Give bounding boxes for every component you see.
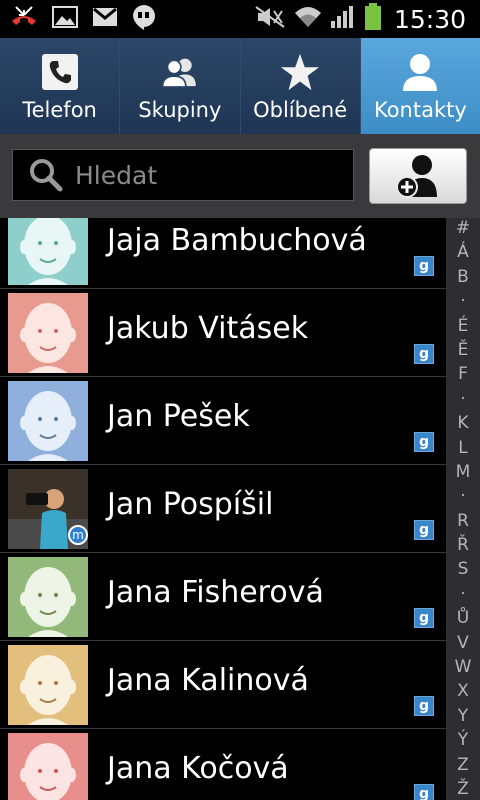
google-account-icon: g bbox=[414, 608, 434, 628]
tab-groups-label: Skupiny bbox=[138, 98, 222, 122]
avatar bbox=[8, 381, 88, 461]
contact-row[interactable]: m Jan Pospíšil g bbox=[0, 465, 446, 553]
google-account-icon: g bbox=[414, 344, 434, 364]
index-separator: · bbox=[460, 291, 466, 312]
index-letter[interactable]: M bbox=[456, 463, 471, 481]
google-account-icon: g bbox=[414, 520, 434, 540]
search-icon bbox=[30, 159, 63, 192]
avatar bbox=[8, 557, 88, 637]
contact-row[interactable]: Jana Fisherová g bbox=[0, 553, 446, 641]
person-icon bbox=[400, 52, 440, 92]
alphabet-index[interactable]: # Á B · É Ě F · K L M · R Ř S · Ů V W X … bbox=[446, 218, 480, 800]
tab-favorites-label: Oblíbené bbox=[253, 98, 348, 122]
battery-icon bbox=[364, 3, 382, 35]
contact-row[interactable]: Jakub Vitásek g bbox=[0, 289, 446, 377]
signal-icon bbox=[330, 5, 356, 33]
tab-contacts[interactable]: Kontakty bbox=[360, 38, 480, 134]
index-separator: · bbox=[460, 486, 466, 507]
index-letter[interactable]: L bbox=[458, 439, 467, 457]
svg-text:m: m bbox=[72, 528, 84, 542]
clock: 15:30 bbox=[393, 4, 466, 34]
index-letter[interactable]: # bbox=[456, 220, 470, 237]
avatar-photo: m bbox=[8, 469, 88, 549]
search-input[interactable]: Hledat bbox=[12, 149, 354, 201]
index-letter[interactable]: B bbox=[457, 268, 469, 286]
tab-phone[interactable]: Telefon bbox=[0, 38, 121, 134]
tab-favorites[interactable]: Oblíbené bbox=[240, 38, 361, 134]
index-letter[interactable]: Y bbox=[458, 707, 468, 725]
contact-row[interactable]: Jana Kalinová g bbox=[0, 641, 446, 729]
contact-name: Jaja Bambuchová bbox=[107, 223, 367, 258]
contact-list[interactable]: Jaja Bambuchová g Jakub Vitásek g Jan Pe… bbox=[0, 218, 446, 800]
search-placeholder: Hledat bbox=[75, 160, 158, 190]
add-contact-icon bbox=[396, 155, 437, 198]
google-account-icon: g bbox=[414, 784, 434, 800]
search-bar: Hledat bbox=[0, 134, 480, 218]
index-letter[interactable]: Ě bbox=[458, 341, 469, 359]
star-icon bbox=[280, 52, 320, 92]
index-letter[interactable]: Ý bbox=[458, 732, 468, 749]
index-letter[interactable]: R bbox=[457, 512, 469, 530]
google-account-icon: g bbox=[414, 256, 434, 276]
tab-phone-label: Telefon bbox=[22, 98, 97, 122]
contact-name: Jana Kalinová bbox=[107, 663, 309, 698]
index-letter[interactable]: Ř bbox=[457, 537, 469, 554]
group-icon bbox=[160, 52, 200, 92]
avatar bbox=[8, 293, 88, 373]
avatar bbox=[8, 218, 88, 285]
contact-name: Jakub Vitásek bbox=[107, 311, 309, 346]
contact-row[interactable]: Jaja Bambuchová g bbox=[0, 218, 446, 289]
google-account-icon: g bbox=[414, 432, 434, 452]
index-letter[interactable]: K bbox=[457, 415, 468, 432]
index-letter[interactable]: Z bbox=[457, 756, 469, 774]
avatar bbox=[8, 645, 88, 725]
index-letter[interactable]: Á bbox=[457, 244, 469, 261]
contact-name: Jana Kočová bbox=[107, 751, 289, 786]
index-letter[interactable]: V bbox=[457, 634, 469, 652]
wifi-icon bbox=[294, 5, 322, 33]
contact-name: Jan Pospíšil bbox=[107, 487, 274, 522]
index-letter[interactable]: X bbox=[457, 683, 469, 700]
index-separator: · bbox=[460, 388, 466, 409]
google-account-icon: g bbox=[414, 696, 434, 716]
missed-call-icon bbox=[10, 5, 38, 33]
index-letter[interactable]: Ů bbox=[457, 610, 469, 627]
image-icon bbox=[52, 6, 78, 32]
index-letter[interactable]: F bbox=[458, 366, 468, 383]
index-letter[interactable]: S bbox=[458, 561, 469, 578]
contact-row[interactable]: Jan Pešek g bbox=[0, 377, 446, 465]
contact-row[interactable]: Jana Kočová g bbox=[0, 729, 446, 800]
index-separator: · bbox=[460, 583, 466, 604]
tab-groups[interactable]: Skupiny bbox=[120, 38, 241, 134]
tab-contacts-label: Kontakty bbox=[373, 98, 467, 122]
avatar bbox=[8, 733, 88, 800]
contact-name: Jan Pešek bbox=[107, 399, 250, 434]
contact-name: Jana Fisherová bbox=[107, 575, 324, 610]
hangouts-icon bbox=[132, 4, 156, 34]
status-bar: 15:30 bbox=[0, 0, 480, 38]
tab-bar: Telefon Skupiny Oblíbené Kontakty bbox=[0, 38, 480, 136]
index-letter[interactable]: W bbox=[455, 659, 472, 676]
phone-icon bbox=[40, 52, 80, 92]
index-letter[interactable]: Ž bbox=[457, 780, 469, 798]
index-letter[interactable]: É bbox=[458, 317, 469, 335]
add-contact-button[interactable] bbox=[369, 148, 467, 204]
mute-icon bbox=[254, 5, 286, 33]
gmail-icon bbox=[92, 7, 118, 31]
